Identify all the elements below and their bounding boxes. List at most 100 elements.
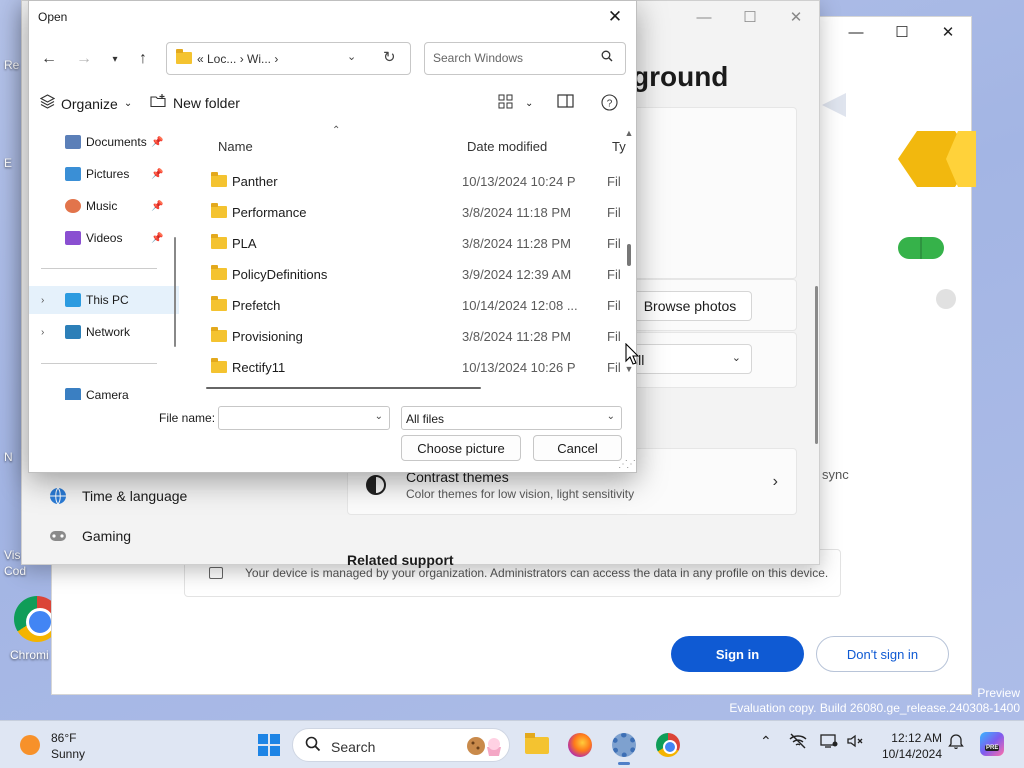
desktop-chrome-label: Chromi xyxy=(10,648,49,662)
nav-item-documents[interactable]: Documents 📌 xyxy=(29,128,179,156)
column-header-date[interactable]: Date modified xyxy=(467,139,547,154)
watermark-line: Preview xyxy=(977,686,1020,700)
address-bar[interactable]: « Loc... › Wi... › ⌄ ↻ xyxy=(166,42,411,75)
choose-picture-button[interactable]: Choose picture xyxy=(401,435,521,461)
close-button[interactable]: ✕ xyxy=(925,17,971,47)
taskbar-search-box[interactable]: Search xyxy=(292,728,510,762)
help-icon: ? xyxy=(601,94,618,111)
file-explorer-taskbar-button[interactable] xyxy=(522,729,554,761)
file-row[interactable]: Provisioning 3/8/2024 11:28 PM Fil xyxy=(206,321,626,351)
nav-item-label: Network xyxy=(86,325,131,339)
decorative-dot xyxy=(936,289,956,309)
search-highlight-icon xyxy=(465,735,505,757)
help-button[interactable]: ? xyxy=(601,94,618,111)
nav-item-videos[interactable]: Videos 📌 xyxy=(29,224,179,252)
breadcrumb[interactable]: « Loc... › Wi... › xyxy=(197,52,278,66)
minimize-button[interactable]: — xyxy=(833,17,879,47)
show-hidden-icons-chevron-icon[interactable]: ⌃ xyxy=(760,733,772,750)
preview-pane-button[interactable] xyxy=(557,94,574,108)
camera-icon xyxy=(65,388,81,400)
browse-photos-button[interactable]: Browse photos xyxy=(628,291,752,321)
nav-item-this-pc[interactable]: › This PC xyxy=(29,286,179,314)
sign-in-button[interactable]: Sign in xyxy=(671,636,804,672)
scrollbar[interactable] xyxy=(815,286,818,444)
new-folder-icon xyxy=(150,94,167,112)
system-clock[interactable]: 12:12 AM 10/14/2024 xyxy=(872,730,942,762)
file-row[interactable]: Panther 10/13/2024 10:24 P Fil xyxy=(206,166,626,196)
close-button[interactable]: ✕ xyxy=(773,1,819,33)
copilot-icon[interactable]: PRE xyxy=(980,732,1004,756)
file-name-input[interactable] xyxy=(225,411,365,425)
desktop-icon-label[interactable]: Cod xyxy=(4,564,52,578)
refresh-icon[interactable]: ↻ xyxy=(383,48,396,66)
firefox-taskbar-button[interactable] xyxy=(564,729,596,761)
file-name: Performance xyxy=(232,205,307,220)
computer-icon xyxy=(65,293,81,307)
resize-grip-icon[interactable]: ⋰⋰ xyxy=(618,459,636,470)
file-row[interactable]: Prefetch 10/14/2024 12:08 ... Fil xyxy=(206,290,626,320)
nav-item-camera[interactable]: Camera xyxy=(29,381,179,400)
nav-item-time-language[interactable]: Time & language xyxy=(48,486,187,506)
chevron-down-icon[interactable]: ⌄ xyxy=(347,50,356,63)
pin-icon: 📌 xyxy=(151,200,164,212)
windows-logo-icon xyxy=(258,734,268,744)
nav-item-pictures[interactable]: Pictures 📌 xyxy=(29,160,179,188)
horizontal-scrollbar[interactable] xyxy=(206,387,481,389)
sun-icon xyxy=(20,735,40,755)
dont-sign-in-button[interactable]: Don't sign in xyxy=(816,636,949,672)
up-arrow-icon[interactable]: ↑ xyxy=(132,49,154,69)
pin-icon: 📌 xyxy=(151,136,164,148)
nav-item-music[interactable]: Music 📌 xyxy=(29,192,179,220)
start-button[interactable] xyxy=(258,734,280,756)
search-box[interactable] xyxy=(424,42,626,75)
new-folder-button[interactable]: New folder xyxy=(150,94,240,112)
settings-taskbar-button[interactable] xyxy=(608,729,640,765)
chevron-down-icon[interactable]: ⌄ xyxy=(375,411,383,422)
file-row[interactable]: Performance 3/8/2024 11:18 PM Fil xyxy=(206,197,626,227)
recent-locations-chevron-icon[interactable]: ▾ xyxy=(104,49,126,69)
search-icon xyxy=(601,50,613,65)
display-icon[interactable] xyxy=(820,733,838,752)
forward-arrow-icon[interactable]: → xyxy=(73,49,95,69)
navigation-scrollbar[interactable] xyxy=(174,237,176,347)
maximize-button[interactable]: ☐ xyxy=(879,17,925,47)
fit-select[interactable]: ill ⌄ xyxy=(628,344,752,374)
firefox-icon xyxy=(568,733,592,757)
volume-muted-icon[interactable] xyxy=(846,733,864,752)
network-offline-icon[interactable] xyxy=(789,733,807,752)
file-row[interactable]: PolicyDefinitions 3/9/2024 12:39 AM Fil xyxy=(206,259,626,289)
file-list-scrollbar[interactable]: ▲ ▼ xyxy=(624,128,634,375)
chevron-right-icon[interactable]: › xyxy=(41,295,44,306)
cancel-button[interactable]: Cancel xyxy=(533,435,622,461)
nav-item-label: This PC xyxy=(86,293,129,307)
notification-bell-icon[interactable] xyxy=(948,733,964,752)
chrome-taskbar-button[interactable] xyxy=(652,729,684,761)
minimize-button[interactable]: — xyxy=(681,1,727,33)
view-options-button[interactable]: ⌄ xyxy=(498,94,533,113)
file-name: Provisioning xyxy=(232,329,303,344)
file-row[interactable]: PLA 3/8/2024 11:28 PM Fil xyxy=(206,228,626,258)
nav-item-gaming[interactable]: Gaming xyxy=(48,526,131,546)
taskbar-search-label: Search xyxy=(331,739,376,755)
page-title: ground xyxy=(632,61,729,92)
file-type: Fil xyxy=(607,267,621,282)
close-button[interactable]: ✕ xyxy=(602,5,628,29)
scroll-down-arrow-icon[interactable]: ▼ xyxy=(624,364,634,374)
file-date: 10/13/2024 10:24 P xyxy=(462,174,576,189)
chevron-right-icon[interactable]: › xyxy=(41,327,44,338)
related-support-heading: Related support xyxy=(347,552,454,568)
search-input[interactable] xyxy=(433,51,593,65)
maximize-button[interactable]: ☐ xyxy=(727,1,773,33)
back-arrow-icon[interactable]: ← xyxy=(38,49,60,69)
file-date: 10/14/2024 12:08 ... xyxy=(462,298,578,313)
file-name-field[interactable]: ⌄ xyxy=(218,406,390,430)
window-controls: — ☐ ✕ xyxy=(681,1,819,33)
column-header-name[interactable]: Name xyxy=(218,139,253,154)
nav-item-network[interactable]: › Network xyxy=(29,318,179,346)
scrollbar-thumb[interactable] xyxy=(627,244,631,266)
organize-button[interactable]: Organize ⌄ xyxy=(39,94,132,113)
nav-item-label: Pictures xyxy=(86,167,130,181)
file-type-select[interactable]: All files ⌄ xyxy=(401,406,622,430)
scroll-up-arrow-icon[interactable]: ▲ xyxy=(624,128,634,138)
file-row[interactable]: Rectify11 10/13/2024 10:26 P Fil xyxy=(206,352,626,382)
